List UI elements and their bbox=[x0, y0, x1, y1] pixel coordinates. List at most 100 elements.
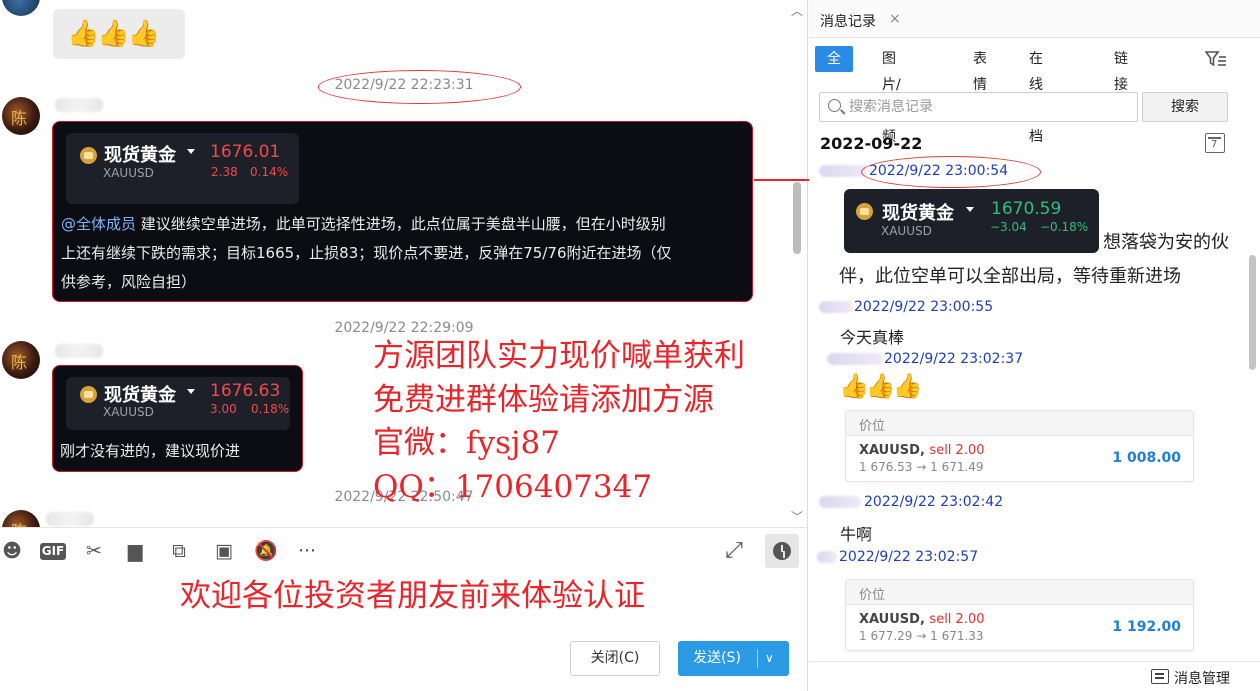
sender-name bbox=[819, 165, 867, 177]
quote-symbol: XAUUSD bbox=[881, 224, 932, 238]
overlay-text: QQ：1706407347 bbox=[373, 469, 653, 505]
message-text: 刚才没有进的，建议现价进 bbox=[60, 442, 241, 460]
sender-name bbox=[819, 496, 861, 508]
avatar[interactable] bbox=[2, 0, 40, 16]
filter-funnel-icon[interactable] bbox=[1205, 50, 1227, 70]
history-tab-bar: 消息记录 × bbox=[809, 0, 1260, 38]
filter-links[interactable]: 链接 bbox=[1114, 46, 1128, 93]
sender-name bbox=[46, 512, 94, 526]
trade-pnl: 1 008.00 bbox=[1112, 450, 1181, 466]
quote-price: 1676.01 bbox=[210, 142, 281, 162]
gold-quote-card[interactable]: 现货黄金 XAUUSD 1670.59 −3.04 −0.18% bbox=[844, 189, 1099, 253]
trade-card-header: 价位 bbox=[846, 411, 1193, 436]
thumbs-up-message: 👍👍👍 bbox=[53, 9, 185, 59]
avatar[interactable]: 陈 bbox=[2, 97, 40, 135]
gold-coin-icon bbox=[80, 147, 97, 164]
sender-name bbox=[55, 344, 103, 358]
filter-stickers[interactable]: 表情 bbox=[973, 46, 987, 93]
message-history-pane: 消息记录 × 全部 图片/视频 表情 在线文档 链接 搜索 2022-09-22… bbox=[809, 0, 1260, 691]
message-text: 供参考，风险自担） bbox=[61, 273, 197, 291]
quote-symbol: XAUUSD bbox=[103, 166, 154, 180]
more-icon[interactable]: ··· bbox=[293, 540, 321, 562]
close-button[interactable]: 关闭(C) bbox=[570, 641, 660, 676]
folder-icon[interactable]: ▆ bbox=[123, 540, 147, 562]
message-bubble[interactable]: 现货黄金 XAUUSD 1676.01 2.38 0.14% @全体成员 建议继… bbox=[52, 121, 753, 302]
quote-change: 2.38 bbox=[211, 165, 238, 179]
chat-scrollbar[interactable] bbox=[793, 182, 801, 254]
gold-coin-icon bbox=[80, 386, 97, 403]
quote-change: −3.04 bbox=[990, 220, 1027, 234]
message-manage-link[interactable]: 消息管理 bbox=[1174, 668, 1230, 688]
history-text: 牛啊 bbox=[840, 525, 873, 544]
history-clock-button[interactable] bbox=[765, 534, 799, 568]
trade-price-card[interactable]: 价位 XAUUSD, sell 2.00 1 677.29 → 1 671.33… bbox=[845, 579, 1194, 651]
avatar[interactable]: 陈 bbox=[2, 341, 40, 379]
quote-name: 现货黄金 bbox=[104, 145, 176, 166]
quote-change-pct: 0.14% bbox=[250, 165, 289, 179]
message-bubble[interactable]: 现货黄金 XAUUSD 1676.63 3.00 0.18% 刚才没有进的，建议… bbox=[52, 365, 303, 472]
filter-media[interactable]: 图片/视频 bbox=[882, 46, 901, 145]
history-text: 想落袋为安的伙 bbox=[1103, 232, 1229, 253]
message-manage-icon[interactable] bbox=[1151, 669, 1169, 684]
date-heading: 2022-09-22 bbox=[820, 134, 923, 153]
filter-docs[interactable]: 在线文档 bbox=[1029, 46, 1043, 145]
quote-change-pct: −0.18% bbox=[1040, 220, 1089, 234]
caret-down-icon bbox=[187, 389, 195, 394]
tab-message-history[interactable]: 消息记录 bbox=[820, 11, 876, 31]
close-icon[interactable]: × bbox=[889, 11, 901, 27]
quote-change: 3.00 bbox=[210, 402, 237, 416]
sender-name bbox=[55, 98, 103, 112]
highlight-oval bbox=[318, 70, 521, 104]
history-scrollbar[interactable] bbox=[1249, 255, 1256, 370]
history-timestamp: 2022/9/22 23:00:55 bbox=[854, 299, 994, 315]
emoji-icon[interactable]: ☻ bbox=[0, 540, 24, 562]
input-toolbar: ☻ GIF ✂ ▆ ⧉ ▣ 🔕 ··· ⤢ bbox=[0, 527, 808, 571]
mention-all[interactable]: @全体成员 bbox=[61, 215, 136, 233]
scroll-up-icon[interactable]: ︿ bbox=[791, 2, 803, 19]
sender-name bbox=[827, 353, 883, 365]
history-footer: 消息管理 bbox=[809, 661, 1260, 691]
search-input[interactable] bbox=[849, 97, 1129, 117]
expand-icon[interactable]: ⤢ bbox=[722, 540, 746, 562]
history-timestamp: 2022/9/22 23:02:42 bbox=[864, 494, 1004, 510]
calendar-icon[interactable]: 7 bbox=[1205, 133, 1225, 153]
quote-change-pct: 0.18% bbox=[251, 402, 290, 416]
message-list[interactable]: 👍👍👍 2022/9/22 22:23:31 陈 现货黄金 XAUUSD 167… bbox=[0, 0, 808, 527]
trade-price-range: 1 676.53 → 1 671.49 bbox=[859, 460, 984, 474]
search-button[interactable]: 搜索 bbox=[1142, 92, 1228, 122]
caret-down-icon bbox=[187, 149, 195, 154]
send-button[interactable]: 发送(S) ∨ bbox=[678, 641, 789, 676]
send-divider bbox=[757, 649, 758, 668]
image-icon[interactable]: ▣ bbox=[212, 540, 236, 562]
shortcut-icon[interactable]: ⧉ bbox=[167, 540, 191, 562]
avatar[interactable]: 陈 bbox=[2, 510, 40, 527]
gif-icon[interactable]: GIF bbox=[40, 543, 66, 560]
send-label: 发送(S) bbox=[693, 650, 741, 666]
highlight-oval bbox=[861, 156, 1041, 188]
mute-bell-icon[interactable]: 🔕 bbox=[254, 540, 278, 562]
trade-price-card[interactable]: 价位 XAUUSD, sell 2.00 1 676.53 → 1 671.49… bbox=[845, 410, 1194, 482]
gold-coin-icon bbox=[856, 203, 873, 220]
send-options-chevron-icon[interactable]: ∨ bbox=[765, 641, 774, 676]
app-root: 👍👍👍 2022/9/22 22:23:31 陈 现货黄金 XAUUSD 167… bbox=[0, 0, 1260, 691]
history-timestamp: 2022/9/22 23:02:57 bbox=[839, 549, 979, 565]
message-text: @全体成员 建议继续空单进场，此单可选择性进场，此点位属于美盘半山腰，但在小时级… bbox=[61, 215, 666, 233]
history-clock-icon bbox=[773, 542, 791, 560]
message-text: 上还有继续下跌的需求；目标1665，止损83；现价点不要进，反弹在75/76附近… bbox=[61, 244, 672, 262]
trade-symbol: XAUUSD, sell 2.00 bbox=[859, 612, 985, 627]
overlay-text: 欢迎各位投资者朋友前来体验认证 bbox=[180, 578, 645, 614]
scissors-icon[interactable]: ✂ bbox=[82, 540, 106, 562]
overlay-text: 方源团队实力现价喊单获利 bbox=[373, 338, 745, 374]
trade-symbol: XAUUSD, sell 2.00 bbox=[859, 443, 985, 458]
trade-card-header: 价位 bbox=[846, 580, 1193, 605]
filter-all[interactable]: 全部 bbox=[815, 46, 853, 93]
quote-name: 现货黄金 bbox=[104, 385, 176, 406]
search-icon bbox=[828, 99, 841, 112]
gold-quote-card[interactable]: 现货黄金 XAUUSD 1676.01 2.38 0.14% bbox=[66, 133, 299, 204]
gold-quote-card[interactable]: 现货黄金 XAUUSD 1676.63 3.00 0.18% bbox=[66, 377, 290, 430]
overlay-text: 官微：fysj87 bbox=[373, 425, 560, 461]
overlay-text: 免费进群体验请添加方源 bbox=[373, 382, 714, 418]
chat-pane: 👍👍👍 2022/9/22 22:23:31 陈 现货黄金 XAUUSD 167… bbox=[0, 0, 824, 691]
scroll-down-icon[interactable]: ﹀ bbox=[791, 508, 803, 525]
history-timestamp: 2022/9/22 23:02:37 bbox=[884, 351, 1024, 367]
